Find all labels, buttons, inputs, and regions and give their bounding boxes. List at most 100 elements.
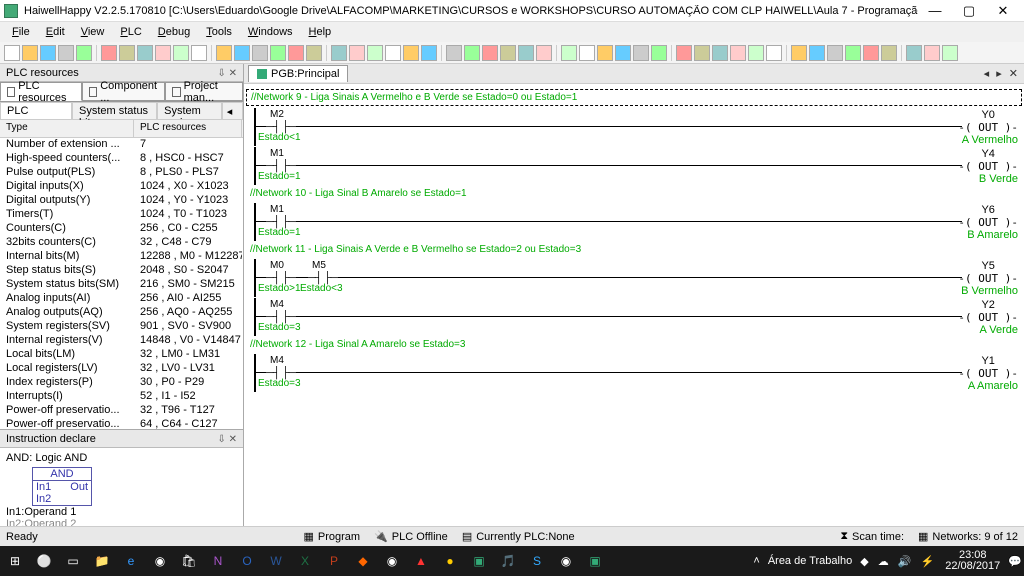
resource-grid[interactable]: Number of extension ...7High-speed count…	[0, 138, 243, 429]
toolbar-button[interactable]	[518, 45, 534, 61]
toolbar-button[interactable]	[155, 45, 171, 61]
rung[interactable]: ─┤ ├─M0Estado>1─┤ ├─M5Estado<3Y5-( OUT )…	[246, 259, 1022, 297]
table-row[interactable]: Pulse output(PLS)8 , PLS0 - PLS7	[0, 166, 243, 180]
tab-plc-resources[interactable]: PLC resources	[0, 82, 82, 101]
table-row[interactable]: Power-off preservatio...64 , C64 - C127	[0, 418, 243, 429]
task-app7[interactable]: S	[524, 548, 550, 574]
toolbar-button[interactable]	[119, 45, 135, 61]
task-powerpoint[interactable]: P	[321, 548, 347, 574]
toolbar-button[interactable]	[40, 45, 56, 61]
toolbar-button[interactable]	[615, 45, 631, 61]
task-app3[interactable]: ▲	[408, 548, 434, 574]
toolbar-button[interactable]	[676, 45, 692, 61]
toolbar-button[interactable]	[827, 45, 843, 61]
subtab-scroll[interactable]: ◂ ▸	[222, 102, 243, 119]
rung[interactable]: ─┤ ├─M2Estado<1Y0-( OUT )-A Vermelho	[246, 108, 1022, 146]
col-resources[interactable]: PLC resources	[134, 120, 242, 137]
table-row[interactable]: System registers(SV)901 , SV0 - SV900	[0, 320, 243, 334]
tab-component[interactable]: Component ...	[82, 82, 166, 101]
task-excel[interactable]: X	[292, 548, 318, 574]
table-row[interactable]: Digital inputs(X)1024 , X0 - X1023	[0, 180, 243, 194]
table-row[interactable]: High-speed counters(...8 , HSC0 - HSC7	[0, 152, 243, 166]
menu-plc[interactable]: PLC	[112, 24, 149, 40]
task-view[interactable]: ▭	[60, 548, 86, 574]
task-search[interactable]: ⚪	[31, 548, 57, 574]
toolbar-button[interactable]	[101, 45, 117, 61]
table-row[interactable]: Local bits(LM)32 , LM0 - LM31	[0, 348, 243, 362]
col-type[interactable]: Type	[0, 120, 134, 137]
network-comment[interactable]: //Network 12 - Liga Sinal A Amarelo se E…	[246, 337, 1022, 352]
menu-windows[interactable]: Windows	[240, 24, 301, 40]
toolbar-button[interactable]	[863, 45, 879, 61]
tray-up[interactable]: ˄	[753, 555, 759, 567]
task-word[interactable]: W	[263, 548, 289, 574]
toolbar-button[interactable]	[845, 45, 861, 61]
task-haiwell[interactable]: ▣	[582, 548, 608, 574]
toolbar-button[interactable]	[579, 45, 595, 61]
toolbar-button[interactable]	[137, 45, 153, 61]
toolbar-button[interactable]	[500, 45, 516, 61]
network-comment[interactable]: //Network 9 - Liga Sinais A Vermelho e B…	[246, 89, 1022, 106]
task-app2[interactable]: ◉	[379, 548, 405, 574]
toolbar-button[interactable]	[633, 45, 649, 61]
toolbar-button[interactable]	[403, 45, 419, 61]
table-row[interactable]: Digital outputs(Y)1024 , Y0 - Y1023	[0, 194, 243, 208]
task-explorer[interactable]: 📁	[89, 548, 115, 574]
table-row[interactable]: Counters(C)256 , C0 - C255	[0, 222, 243, 236]
doc-tab-nav[interactable]: ◂ ▸ ✕	[984, 67, 1020, 80]
toolbar-button[interactable]	[748, 45, 764, 61]
toolbar-button[interactable]	[367, 45, 383, 61]
toolbar-button[interactable]	[730, 45, 746, 61]
table-row[interactable]: Number of extension ...7	[0, 138, 243, 152]
menu-file[interactable]: File	[4, 24, 38, 40]
toolbar-button[interactable]	[349, 45, 365, 61]
rung[interactable]: ─┤ ├─M4Estado=3Y1-( OUT )-A Amarelo	[246, 354, 1022, 392]
toolbar-button[interactable]	[4, 45, 20, 61]
task-store[interactable]: 🛍	[176, 548, 202, 574]
toolbar-button[interactable]	[482, 45, 498, 61]
doc-tab-principal[interactable]: PGB:Principal	[248, 65, 348, 82]
rung[interactable]: ─┤ ├─M4Estado=3Y2-( OUT )-A Verde	[246, 298, 1022, 336]
ladder-editor[interactable]: //Network 9 - Liga Sinais A Vermelho e B…	[244, 84, 1024, 526]
table-row[interactable]: Step status bits(S)2048 , S0 - S2047	[0, 264, 243, 278]
tab-project-man[interactable]: Project man...	[165, 82, 243, 101]
toolbar-button[interactable]	[76, 45, 92, 61]
subtab-plc-resources[interactable]: PLC resources	[0, 102, 72, 119]
toolbar-button[interactable]	[306, 45, 322, 61]
toolbar-button[interactable]	[446, 45, 462, 61]
toolbar-button[interactable]	[942, 45, 958, 61]
task-chrome[interactable]: ◉	[147, 548, 173, 574]
toolbar-button[interactable]	[766, 45, 782, 61]
toolbar-button[interactable]	[252, 45, 268, 61]
tray-label[interactable]: Área de Trabalho	[768, 555, 852, 567]
pin-icon[interactable]	[217, 67, 237, 79]
toolbar-button[interactable]	[331, 45, 347, 61]
toolbar-button[interactable]	[288, 45, 304, 61]
task-app8[interactable]: ◉	[553, 548, 579, 574]
toolbar-button[interactable]	[270, 45, 286, 61]
task-outlook[interactable]: O	[234, 548, 260, 574]
task-app6[interactable]: 🎵	[495, 548, 521, 574]
minimize-button[interactable]: —	[918, 1, 952, 21]
table-row[interactable]: Internal bits(M)12288 , M0 - M12287	[0, 250, 243, 264]
menu-view[interactable]: View	[73, 24, 113, 40]
toolbar-button[interactable]	[464, 45, 480, 61]
network-comment[interactable]: //Network 11 - Liga Sinais A Verde e B V…	[246, 242, 1022, 257]
task-app4[interactable]: ●	[437, 548, 463, 574]
toolbar-button[interactable]	[881, 45, 897, 61]
toolbar-button[interactable]	[809, 45, 825, 61]
toolbar-button[interactable]	[694, 45, 710, 61]
toolbar-button[interactable]	[597, 45, 613, 61]
table-row[interactable]: Analog inputs(AI)256 , AI0 - AI255	[0, 292, 243, 306]
rung[interactable]: ─┤ ├─M1Estado=1Y6-( OUT )-B Amarelo	[246, 203, 1022, 241]
table-row[interactable]: Timers(T)1024 , T0 - T1023	[0, 208, 243, 222]
toolbar-button[interactable]	[22, 45, 38, 61]
toolbar-button[interactable]	[58, 45, 74, 61]
tray-notif[interactable]: 💬	[1008, 555, 1022, 568]
menu-tools[interactable]: Tools	[198, 24, 240, 40]
menu-help[interactable]: Help	[301, 24, 340, 40]
table-row[interactable]: 32bits counters(C)32 , C48 - C79	[0, 236, 243, 250]
toolbar-button[interactable]	[906, 45, 922, 61]
task-edge[interactable]: e	[118, 548, 144, 574]
table-row[interactable]: Analog outputs(AQ)256 , AQ0 - AQ255	[0, 306, 243, 320]
